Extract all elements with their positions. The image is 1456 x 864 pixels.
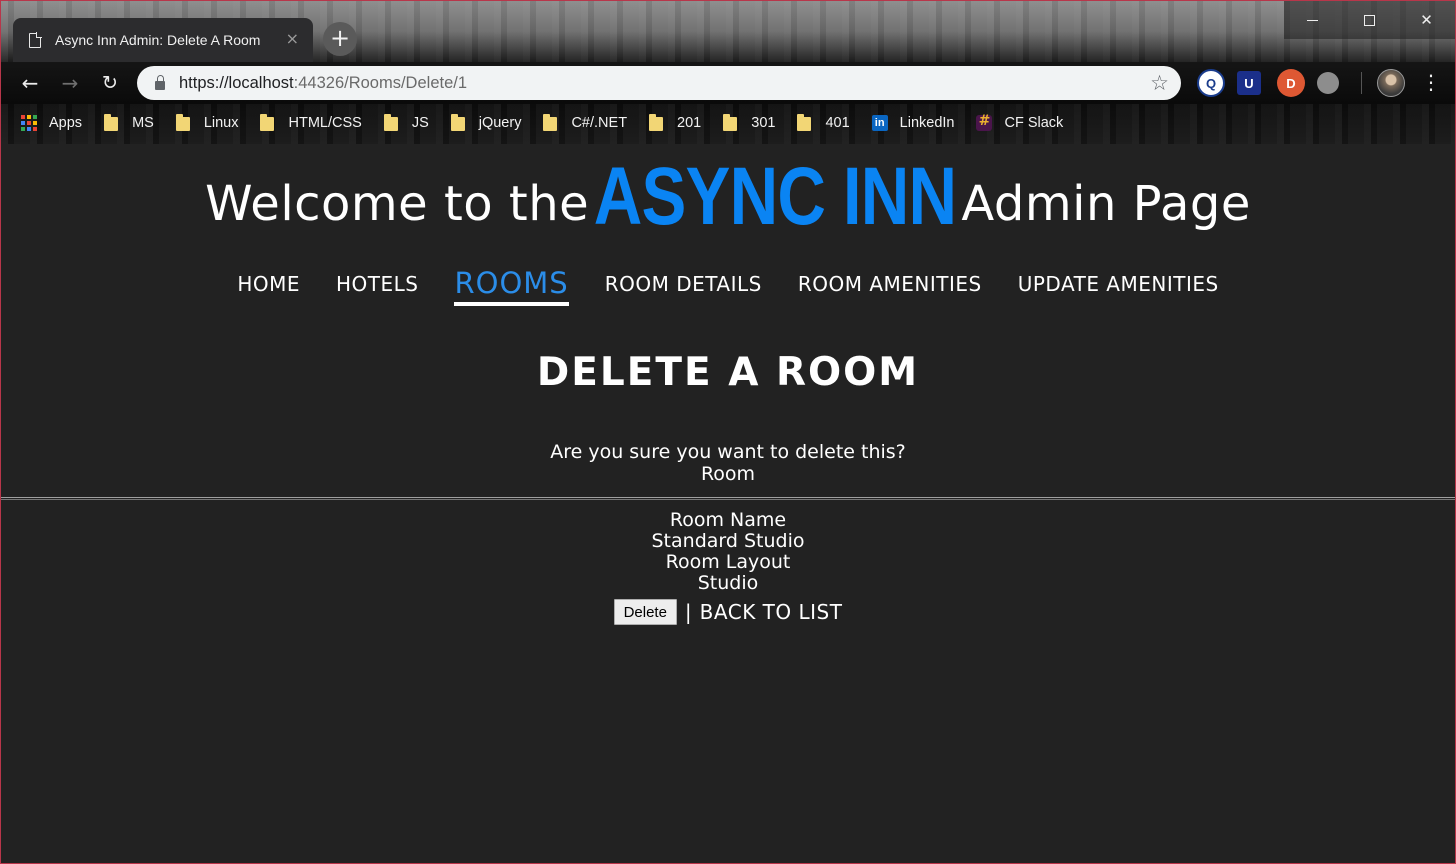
detail-value-room-name: Standard Studio — [651, 530, 805, 552]
bookmark-linkedin[interactable]: in LinkedIn — [871, 111, 955, 135]
menu-icon[interactable]: ⋮ — [1421, 70, 1441, 94]
url-path: :44326/Rooms/Delete/1 — [293, 73, 468, 92]
page-content: Welcome to the ASYNC INN Admin Page HOME… — [1, 144, 1455, 863]
bookmark-folder-csharp[interactable]: C#/.NET — [543, 111, 627, 135]
divider — [1, 497, 1455, 500]
browser-tab[interactable]: Async Inn Admin: Delete A Room × — [13, 18, 313, 62]
bookmarks-bar: Apps MS Linux HTML/CSS JS jQuery C#/.NET — [1, 104, 1455, 142]
nav-rooms[interactable]: ROOMS — [454, 266, 569, 306]
address-bar[interactable]: https://localhost:44326/Rooms/Delete/1 ☆ — [137, 66, 1181, 100]
detail-label-room-layout: Room Layout — [665, 551, 791, 573]
header-prefix: Welcome to the — [205, 176, 590, 232]
folder-icon — [450, 114, 465, 131]
bookmark-label: jQuery — [478, 115, 522, 131]
bookmark-folder-linux[interactable]: Linux — [175, 111, 239, 135]
bookmark-star-icon[interactable]: ☆ — [1150, 70, 1169, 96]
nav-room-amenities[interactable]: ROOM AMENITIES — [798, 272, 982, 306]
bookmark-folder-js[interactable]: JS — [383, 111, 429, 135]
maximize-icon — [1364, 14, 1375, 26]
bookmark-label: Apps — [49, 115, 83, 131]
profile-avatar[interactable] — [1377, 69, 1405, 97]
confirm-question: Are you sure you want to delete this? — [550, 441, 906, 463]
folder-icon — [175, 114, 190, 131]
folder-icon — [383, 114, 398, 131]
bookmark-folder-jquery[interactable]: jQuery — [450, 111, 522, 135]
duckduckgo-extension-icon[interactable]: D — [1277, 69, 1305, 97]
bookmark-label: Linux — [203, 115, 239, 131]
bookmark-label: 401 — [825, 115, 850, 131]
folder-icon — [543, 114, 558, 131]
bookmark-label: LinkedIn — [899, 115, 955, 131]
linkedin-icon: in — [871, 115, 888, 131]
bookmark-apps[interactable]: Apps — [21, 111, 82, 135]
bookmark-folder-ms[interactable]: MS — [104, 111, 154, 135]
bookmark-folder-401[interactable]: 401 — [797, 111, 850, 135]
minimize-icon — [1307, 19, 1318, 21]
nav-room-details[interactable]: ROOM DETAILS — [605, 272, 762, 306]
nav-hotels[interactable]: HOTELS — [336, 272, 418, 306]
detail-label-room-name: Room Name — [669, 509, 787, 531]
browser-toolbar: ← → ↻ https://localhost:44326/Rooms/Dele… — [1, 62, 1455, 104]
folder-icon — [797, 114, 812, 131]
bookmark-label: 201 — [677, 115, 702, 131]
bookmark-cf-slack[interactable]: CF Slack — [976, 111, 1063, 135]
reload-button[interactable]: ↻ — [97, 70, 123, 96]
minimize-button[interactable] — [1284, 1, 1341, 39]
new-tab-button[interactable]: + — [323, 22, 357, 56]
back-to-list-link[interactable]: BACK TO LIST — [700, 600, 843, 624]
room-details: Room Name Standard Studio Room Layout St… — [1, 510, 1455, 594]
bookmark-label: MS — [132, 115, 154, 131]
slack-icon — [976, 113, 993, 131]
forward-button[interactable]: → — [57, 70, 83, 96]
apps-icon — [21, 115, 37, 131]
nav-update-amenities[interactable]: UPDATE AMENITIES — [1018, 272, 1219, 306]
site-header: Welcome to the ASYNC INN Admin Page — [1, 150, 1455, 244]
bookmark-label: CF Slack — [1004, 115, 1064, 131]
action-separator: | — [684, 600, 692, 624]
url-text: https://localhost:44326/Rooms/Delete/1 — [179, 74, 467, 93]
delete-button[interactable]: Delete — [613, 599, 677, 625]
tu-extension-icon[interactable]: U — [1237, 71, 1261, 95]
page-icon — [29, 31, 42, 48]
extension-icon[interactable] — [1317, 72, 1339, 94]
record-type-label: Room — [700, 463, 756, 485]
back-button[interactable]: ← — [17, 70, 43, 96]
bookmark-label: JS — [411, 115, 429, 131]
bookmark-folder-201[interactable]: 201 — [649, 111, 701, 135]
maximize-button[interactable] — [1341, 1, 1398, 39]
bookmark-label: C#/.NET — [571, 115, 628, 131]
tab-title: Async Inn Admin: Delete A Room — [55, 32, 261, 48]
folder-icon — [260, 114, 275, 131]
bookmark-label: HTML/CSS — [288, 115, 362, 131]
bookmark-folder-301[interactable]: 301 — [723, 111, 775, 135]
bookmark-label: 301 — [751, 115, 776, 131]
main-nav: HOME HOTELS ROOMS ROOM DETAILS ROOM AMEN… — [1, 266, 1455, 306]
browser-chrome: Async Inn Admin: Delete A Room × + ✕ ← →… — [1, 1, 1455, 144]
bookmark-folder-html-css[interactable]: HTML/CSS — [260, 111, 362, 135]
tab-close-icon[interactable]: × — [286, 30, 299, 48]
form-actions: Delete | BACK TO LIST — [1, 599, 1455, 625]
close-window-button[interactable]: ✕ — [1398, 1, 1455, 39]
search-extension-icon[interactable]: Q — [1197, 69, 1225, 97]
window-controls: ✕ — [1284, 1, 1455, 39]
folder-icon — [649, 114, 664, 131]
lock-icon — [155, 74, 165, 90]
url-host: https://localhost — [179, 73, 294, 92]
detail-value-room-layout: Studio — [697, 572, 759, 594]
folder-icon — [104, 114, 119, 131]
nav-home[interactable]: HOME — [237, 272, 300, 306]
page-title: DELETE A ROOM — [536, 350, 920, 395]
header-suffix: Admin Page — [961, 176, 1251, 232]
toolbar-divider — [1361, 72, 1362, 94]
brand-logo-text: ASYNC INN — [594, 151, 957, 242]
folder-icon — [723, 114, 738, 131]
